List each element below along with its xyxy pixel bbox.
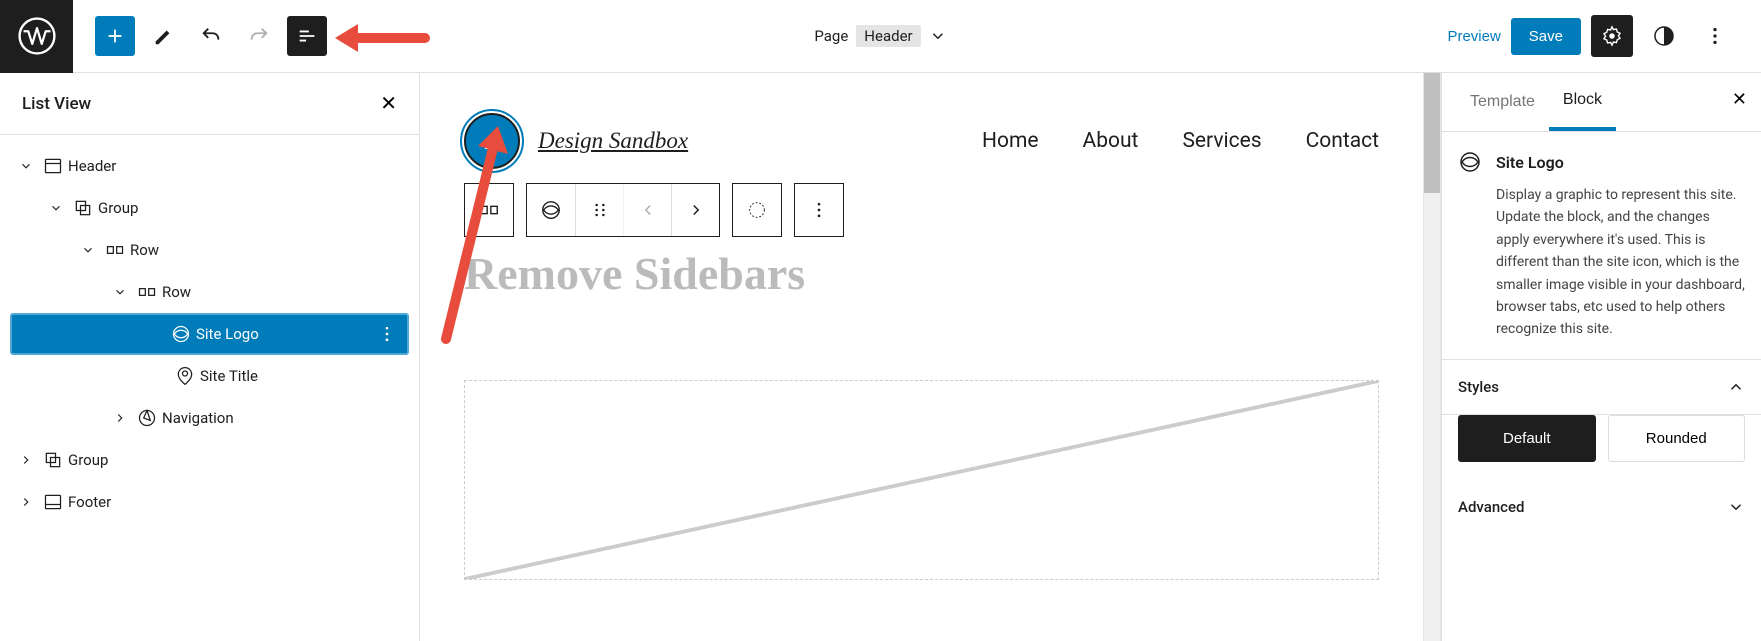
tree-item-options-button[interactable] bbox=[377, 324, 397, 344]
tree-item-group[interactable]: Group bbox=[0, 439, 419, 481]
tree-item-site-logo[interactable]: Site Logo bbox=[10, 313, 409, 355]
styles-accordion[interactable]: Styles bbox=[1442, 360, 1761, 415]
toolbar-left bbox=[73, 16, 327, 56]
site-logo-placeholder[interactable] bbox=[464, 113, 520, 169]
navigation-icon bbox=[132, 408, 162, 428]
group-icon bbox=[68, 198, 98, 218]
tree-item-group[interactable]: Group bbox=[0, 187, 419, 229]
crop-image-button[interactable] bbox=[733, 184, 781, 236]
redo-button[interactable] bbox=[239, 16, 279, 56]
move-right-button[interactable] bbox=[671, 184, 719, 236]
edit-tools-button[interactable] bbox=[143, 16, 183, 56]
tab-block[interactable]: Block bbox=[1549, 73, 1616, 131]
row-icon bbox=[132, 282, 162, 302]
advanced-accordion[interactable]: Advanced bbox=[1442, 480, 1761, 534]
settings-button[interactable] bbox=[1591, 15, 1633, 57]
tree-item-navigation[interactable]: Navigation bbox=[0, 397, 419, 439]
nav-link-about[interactable]: About bbox=[1083, 129, 1139, 153]
editor-canvas[interactable]: Design Sandbox Home About Services Conta… bbox=[420, 73, 1423, 641]
close-settings-button[interactable]: ✕ bbox=[1732, 89, 1747, 110]
wordpress-logo[interactable] bbox=[0, 0, 73, 73]
group-icon bbox=[38, 450, 68, 470]
block-options-button[interactable] bbox=[795, 184, 843, 236]
block-toolbar bbox=[464, 183, 1379, 237]
scrollbar[interactable] bbox=[1423, 73, 1441, 641]
chevron-up-icon bbox=[1727, 378, 1745, 396]
toolbar-right: Preview Save bbox=[1447, 15, 1761, 57]
parent-row-button[interactable] bbox=[465, 184, 513, 236]
primary-navigation: Home About Services Contact bbox=[982, 129, 1379, 153]
list-view-title: List View bbox=[22, 94, 91, 114]
nav-link-services[interactable]: Services bbox=[1182, 129, 1261, 153]
nav-link-home[interactable]: Home bbox=[982, 129, 1039, 153]
chevron-down-icon[interactable] bbox=[929, 27, 947, 45]
tree-item-header[interactable]: Header bbox=[0, 145, 419, 187]
tree-item-site-title[interactable]: Site Title bbox=[0, 355, 419, 397]
scroll-thumb[interactable] bbox=[1424, 73, 1440, 193]
block-name-heading: Site Logo bbox=[1496, 153, 1564, 172]
tree-item-row[interactable]: Row bbox=[0, 229, 419, 271]
tree-item-footer[interactable]: Footer bbox=[0, 481, 419, 523]
close-list-view-button[interactable]: ✕ bbox=[380, 91, 397, 116]
header-icon bbox=[38, 156, 68, 176]
block-type-button[interactable] bbox=[527, 184, 575, 236]
tree-item-row[interactable]: Row bbox=[0, 271, 419, 313]
template-name-badge: Header bbox=[856, 25, 920, 47]
style-default-button[interactable]: Default bbox=[1458, 415, 1596, 462]
page-type-label: Page bbox=[814, 27, 848, 45]
add-block-button[interactable] bbox=[95, 16, 135, 56]
top-toolbar: Page Header Preview Save bbox=[0, 0, 1761, 73]
document-title[interactable]: Page Header bbox=[814, 25, 946, 47]
editor-canvas-wrap: Design Sandbox Home About Services Conta… bbox=[420, 73, 1441, 641]
page-title[interactable]: Remove Sidebars bbox=[464, 247, 1379, 300]
drag-handle[interactable] bbox=[575, 184, 623, 236]
list-view-button[interactable] bbox=[287, 16, 327, 56]
options-menu-button[interactable] bbox=[1695, 16, 1735, 56]
row-icon bbox=[100, 240, 130, 260]
block-tree: Header Group Row Row Site Logo Site Titl… bbox=[0, 135, 419, 533]
site-title-link[interactable]: Design Sandbox bbox=[538, 128, 688, 154]
tab-template[interactable]: Template bbox=[1456, 75, 1549, 129]
nav-link-contact[interactable]: Contact bbox=[1306, 129, 1379, 153]
site-logo-icon bbox=[1458, 150, 1482, 174]
list-view-panel: List View ✕ Header Group Row Row Site Lo… bbox=[0, 73, 420, 641]
site-header-row: Design Sandbox Home About Services Conta… bbox=[464, 113, 1379, 169]
style-rounded-button[interactable]: Rounded bbox=[1608, 415, 1746, 462]
preview-button[interactable]: Preview bbox=[1447, 28, 1500, 45]
block-description: Display a graphic to represent this site… bbox=[1496, 184, 1745, 341]
footer-icon bbox=[38, 492, 68, 512]
styles-contrast-button[interactable] bbox=[1643, 15, 1685, 57]
save-button[interactable]: Save bbox=[1511, 18, 1581, 55]
move-left-button[interactable] bbox=[623, 184, 671, 236]
site-logo-icon bbox=[166, 324, 196, 344]
image-placeholder[interactable] bbox=[464, 380, 1379, 580]
settings-sidebar: Template Block ✕ Site Logo Display a gra… bbox=[1441, 73, 1761, 641]
undo-button[interactable] bbox=[191, 16, 231, 56]
site-title-icon bbox=[170, 366, 200, 386]
chevron-down-icon bbox=[1727, 498, 1745, 516]
